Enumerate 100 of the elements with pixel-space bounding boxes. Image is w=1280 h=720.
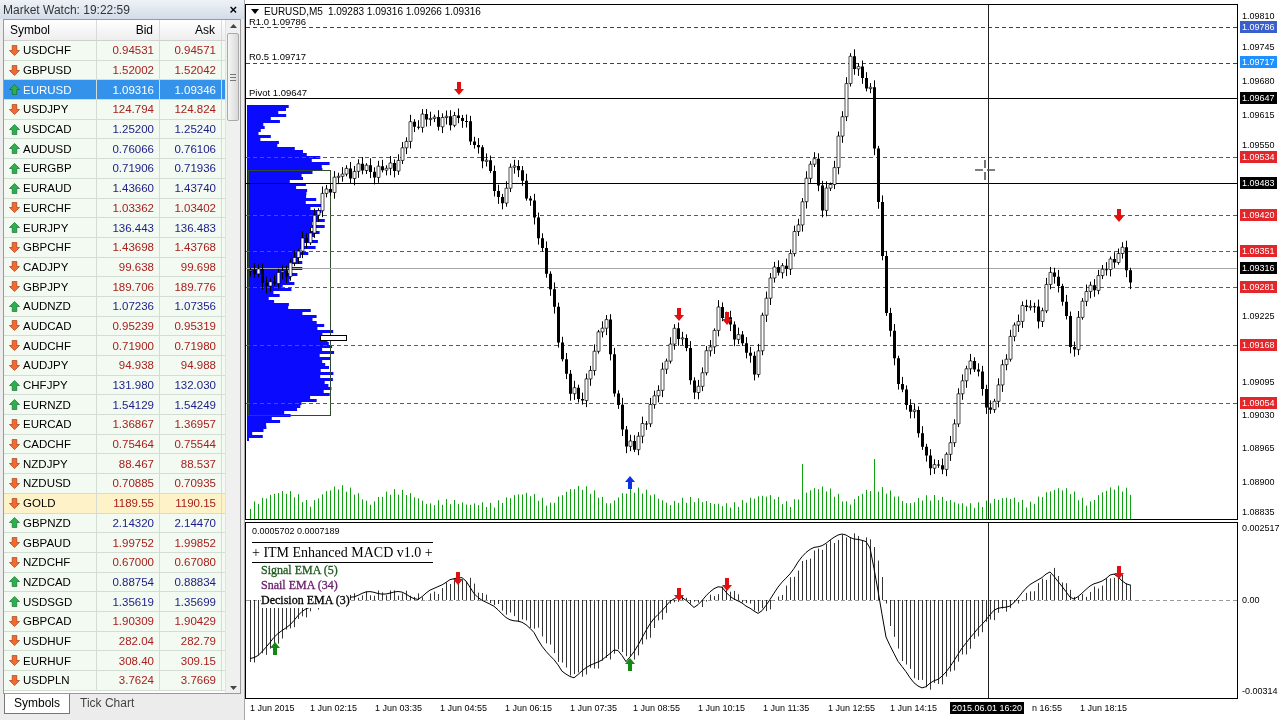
ask-price: 136.483: [174, 221, 217, 234]
ask-price: 1.90429: [174, 615, 217, 628]
bid-price: 1.90309: [112, 615, 155, 628]
symbol-name: USDCHF: [23, 44, 71, 57]
column-header[interactable]: Symbol: [4, 20, 97, 40]
symbol-row[interactable]: EURCAD 1.36867 1.36957: [4, 415, 225, 435]
time-axis-label: n 16:55: [1032, 702, 1063, 714]
price-tag: 1.09168: [1240, 339, 1277, 351]
bid-price: 1.43660: [112, 182, 155, 195]
scrollbar-thumb[interactable]: [227, 33, 239, 121]
time-axis-label: 1 Jun 10:15: [698, 702, 746, 714]
ask-price: 0.71980: [174, 339, 217, 352]
bid-price: 0.94531: [112, 44, 155, 57]
symbol-name: GBPNZD: [23, 516, 71, 529]
symbol-row[interactable]: EURAUD 1.43660 1.43740: [4, 178, 225, 199]
column-header[interactable]: Bid: [97, 20, 160, 40]
bid-price: 1.43698: [112, 241, 155, 254]
symbol-row[interactable]: EURHUF 308.40 309.15: [4, 651, 225, 671]
ask-price: 0.70935: [174, 477, 217, 490]
symbol-row[interactable]: CADCHF 0.75464 0.75544: [4, 434, 225, 455]
price-axis-label: 1.09615: [1241, 109, 1276, 121]
price-tag: 1.09534: [1240, 151, 1277, 163]
ask-price: 0.75544: [174, 438, 217, 451]
ask-price: 99.698: [180, 260, 217, 273]
price-axis-label: 1.08835: [1241, 506, 1276, 518]
scroll-up-arrow-icon[interactable]: [229, 24, 237, 28]
time-axis-label: 1 Jun 18:15: [1080, 702, 1128, 714]
bid-price: 0.88754: [112, 575, 155, 588]
ask-price: 3.7669: [180, 674, 217, 687]
price-tag: 1.09316: [1240, 262, 1277, 274]
time-axis-label: 1 Jun 12:55: [828, 702, 876, 714]
symbol-row[interactable]: GBPJPY 189.706 189.776: [4, 277, 225, 297]
symbol-row[interactable]: USDSGD 1.35619 1.35699: [4, 592, 225, 612]
symbol-name: AUDJPY: [23, 359, 69, 372]
ask-price: 1.36957: [174, 418, 217, 431]
symbol-row[interactable]: GBPCHF 1.43698 1.43768: [4, 237, 225, 258]
symbol-row[interactable]: EURNZD 1.54129 1.54249: [4, 395, 225, 416]
down-arrow-icon: [674, 588, 684, 601]
symbol-name: EURNZD: [23, 398, 71, 411]
bid-price: 0.71900: [112, 339, 155, 352]
ask-price: 1.09346: [174, 83, 217, 96]
symbol-row[interactable]: NZDJPY 88.467 88.537: [4, 454, 225, 475]
symbol-name: EURUSD: [23, 83, 72, 96]
symbol-row[interactable]: AUDUSD 0.76066 0.76106: [4, 139, 225, 160]
caret-icon[interactable]: [251, 9, 259, 14]
legend-label: Snail EMA (34): [261, 578, 338, 593]
symbol-row[interactable]: USDCHF 0.94531 0.94571: [4, 41, 225, 61]
scrollbar[interactable]: [225, 20, 240, 693]
price-axis-label: 1.09095: [1241, 376, 1276, 388]
scroll-down-arrow-icon[interactable]: [229, 686, 237, 690]
time-axis-label: 1 Jun 04:55: [440, 702, 488, 714]
price-tag: 1.09647: [1240, 92, 1277, 104]
symbol-row[interactable]: GOLD 1189.55 1190.15: [4, 493, 225, 514]
symbol-row[interactable]: USDCAD 1.25200 1.25240: [4, 119, 225, 140]
symbol-row[interactable]: GBPAUD 1.99752 1.99852: [4, 533, 225, 553]
symbol-row[interactable]: AUDNZD 1.07236 1.07356: [4, 296, 225, 317]
symbol-row[interactable]: GBPNZD 2.14320 2.14470: [4, 513, 225, 534]
tab[interactable]: Tick Chart: [70, 694, 145, 714]
symbol-row[interactable]: USDHUF 282.04 282.79: [4, 631, 225, 652]
ask-price: 1.99852: [174, 536, 217, 549]
symbol-row[interactable]: EURCHF 1.03362 1.03402: [4, 198, 225, 219]
symbol-row[interactable]: NZDUSD 0.70885 0.70935: [4, 474, 225, 494]
ask-price: 1190.15: [175, 497, 217, 510]
ask-price: 1.07356: [174, 300, 217, 313]
bid-price: 1.52002: [112, 64, 155, 77]
symbol-name: AUDUSD: [23, 142, 72, 155]
price-tag: 1.09786: [1240, 21, 1277, 33]
bid-price: 0.75464: [112, 438, 155, 451]
symbol-row[interactable]: USDJPY 124.794 124.824: [4, 100, 225, 120]
symbol-row[interactable]: AUDJPY 94.938 94.988: [4, 356, 225, 376]
symbol-name: GOLD: [23, 497, 56, 510]
price-tag: 1.09281: [1240, 281, 1277, 293]
symbol-name: NZDUSD: [23, 477, 71, 490]
symbol-row[interactable]: GBPUSD 1.52002 1.52042: [4, 60, 225, 81]
ask-price: 0.67080: [174, 556, 217, 569]
bid-price: 0.71906: [112, 162, 155, 175]
symbol-name: EURCAD: [23, 418, 72, 431]
column-header[interactable]: Ask: [160, 20, 222, 40]
symbol-name: CHFJPY: [23, 379, 68, 392]
price-tag: 1.09483: [1240, 177, 1277, 189]
close-button[interactable]: ×: [227, 2, 239, 17]
symbol-row[interactable]: NZDCHF 0.67000 0.67080: [4, 552, 225, 573]
legend-label: Signal EMA (5): [261, 563, 338, 578]
symbol-row[interactable]: USDPLN 3.7624 3.7669: [4, 671, 225, 691]
symbol-row[interactable]: AUDCHF 0.71900 0.71980: [4, 336, 225, 356]
cursor-time-label: 2015.06.01 16:20: [950, 702, 1025, 714]
ask-price: 1.35699: [174, 595, 217, 608]
tab[interactable]: Symbols: [4, 694, 70, 714]
bid-price: 1.99752: [112, 536, 155, 549]
symbol-row[interactable]: EURJPY 136.443 136.483: [4, 218, 225, 238]
bid-price: 1.07236: [112, 300, 155, 313]
symbol-row[interactable]: EURGBP 0.71906 0.71936: [4, 159, 225, 179]
symbol-name: AUDCHF: [23, 339, 71, 352]
up-arrow-icon: [270, 642, 280, 655]
time-axis-label: 1 Jun 02:15: [310, 702, 358, 714]
symbol-row[interactable]: CHFJPY 131.980 132.030: [4, 375, 225, 396]
symbol-row[interactable]: CADJPY 99.638 99.698: [4, 257, 225, 278]
symbol-row[interactable]: GBPCAD 1.90309 1.90429: [4, 611, 225, 632]
symbol-row[interactable]: AUDCAD 0.95239 0.95319: [4, 316, 225, 337]
symbol-row[interactable]: NZDCAD 0.88754 0.88834: [4, 572, 225, 593]
